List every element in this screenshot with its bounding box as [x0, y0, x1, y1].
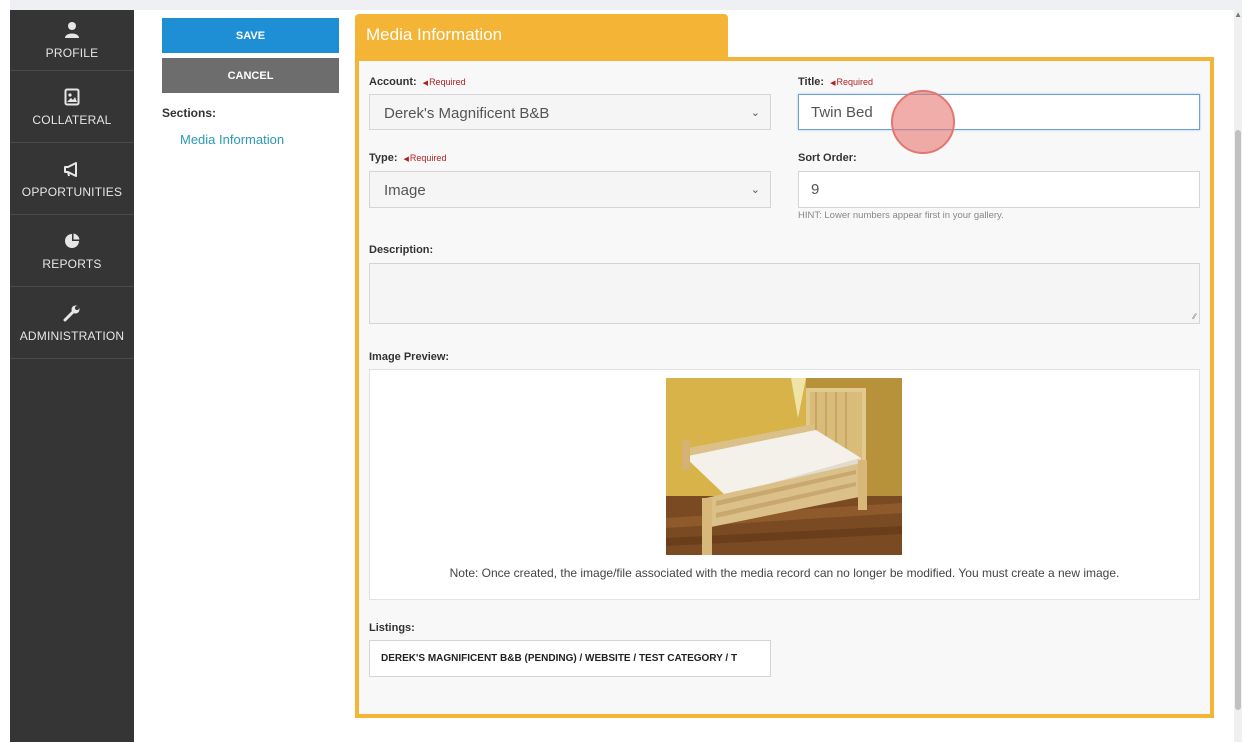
sidebar-item-label: COLLATERAL	[32, 112, 112, 127]
sidebar-item-profile[interactable]: PROFILE	[10, 10, 134, 71]
left-gap	[0, 0, 10, 742]
required-marker: Required	[404, 153, 447, 163]
chevron-down-icon: ⌄	[750, 184, 760, 196]
scrollbar-thumb[interactable]	[1235, 130, 1241, 710]
sidebar-item-reports[interactable]: REPORTS	[10, 215, 134, 287]
pie-chart-icon	[62, 231, 82, 251]
account-select[interactable]: Derek's Magnificent B&B ⌄	[369, 94, 771, 130]
wrench-icon	[62, 303, 82, 323]
sidebar-item-label: REPORTS	[42, 256, 102, 271]
cancel-button[interactable]: CANCEL	[162, 58, 339, 93]
description-textarea[interactable]: ∕∕	[369, 263, 1200, 324]
account-label: Account: Required	[369, 76, 466, 88]
required-marker: Required	[830, 77, 873, 87]
twin-bed-photo	[666, 378, 902, 555]
type-label-text: Type:	[369, 152, 398, 164]
title-label-text: Title:	[798, 76, 825, 88]
megaphone-icon	[62, 159, 82, 179]
sidebar-nav: PROFILE COLLATERAL OPPORTUNITIES REPORTS…	[10, 10, 134, 742]
click-indicator	[891, 90, 955, 154]
account-label-text: Account:	[369, 76, 417, 88]
chevron-down-icon: ⌄	[750, 107, 760, 119]
listing-item[interactable]: DEREK'S MAGNIFICENT B&B (PENDING) / WEBS…	[369, 640, 771, 677]
image-file-icon	[62, 87, 82, 107]
tab-media-information[interactable]: Media Information	[355, 14, 728, 60]
save-button[interactable]: SAVE	[162, 18, 339, 53]
type-select[interactable]: Image ⌄	[369, 171, 771, 208]
type-select-value: Image	[384, 182, 426, 199]
title-input[interactable]: Twin Bed	[798, 94, 1200, 130]
type-label: Type: Required	[369, 152, 446, 164]
sidebar-item-label: PROFILE	[45, 46, 99, 60]
sort-order-hint: HINT: Lower numbers appear first in your…	[798, 210, 1004, 221]
scroll-up-arrow-icon[interactable]: ▲	[1234, 10, 1242, 19]
sidebar-item-label: ADMINISTRATION	[19, 328, 125, 343]
sort-order-label: Sort Order:	[798, 152, 857, 164]
description-label: Description:	[369, 244, 434, 256]
sidebar-item-label: OPPORTUNITIES	[21, 184, 123, 199]
title-label: Title: Required	[798, 76, 873, 88]
listings-label: Listings:	[369, 622, 415, 634]
image-preview-label: Image Preview:	[369, 351, 450, 363]
sort-order-input[interactable]: 9	[798, 171, 1200, 208]
top-strip	[0, 0, 1242, 10]
required-marker: Required	[423, 77, 466, 87]
user-icon	[62, 20, 82, 40]
sections-heading: Sections:	[162, 106, 217, 120]
section-link-media-information[interactable]: Media Information	[180, 132, 284, 147]
resize-grip-icon[interactable]: ∕∕	[1193, 312, 1196, 321]
sidebar-item-collateral[interactable]: COLLATERAL	[10, 71, 134, 143]
image-preview-note: Note: Once created, the image/file assoc…	[449, 566, 1120, 580]
sidebar-item-opportunities[interactable]: OPPORTUNITIES	[10, 143, 134, 215]
sidebar-item-administration[interactable]: ADMINISTRATION	[10, 287, 134, 359]
account-select-value: Derek's Magnificent B&B	[384, 105, 550, 122]
